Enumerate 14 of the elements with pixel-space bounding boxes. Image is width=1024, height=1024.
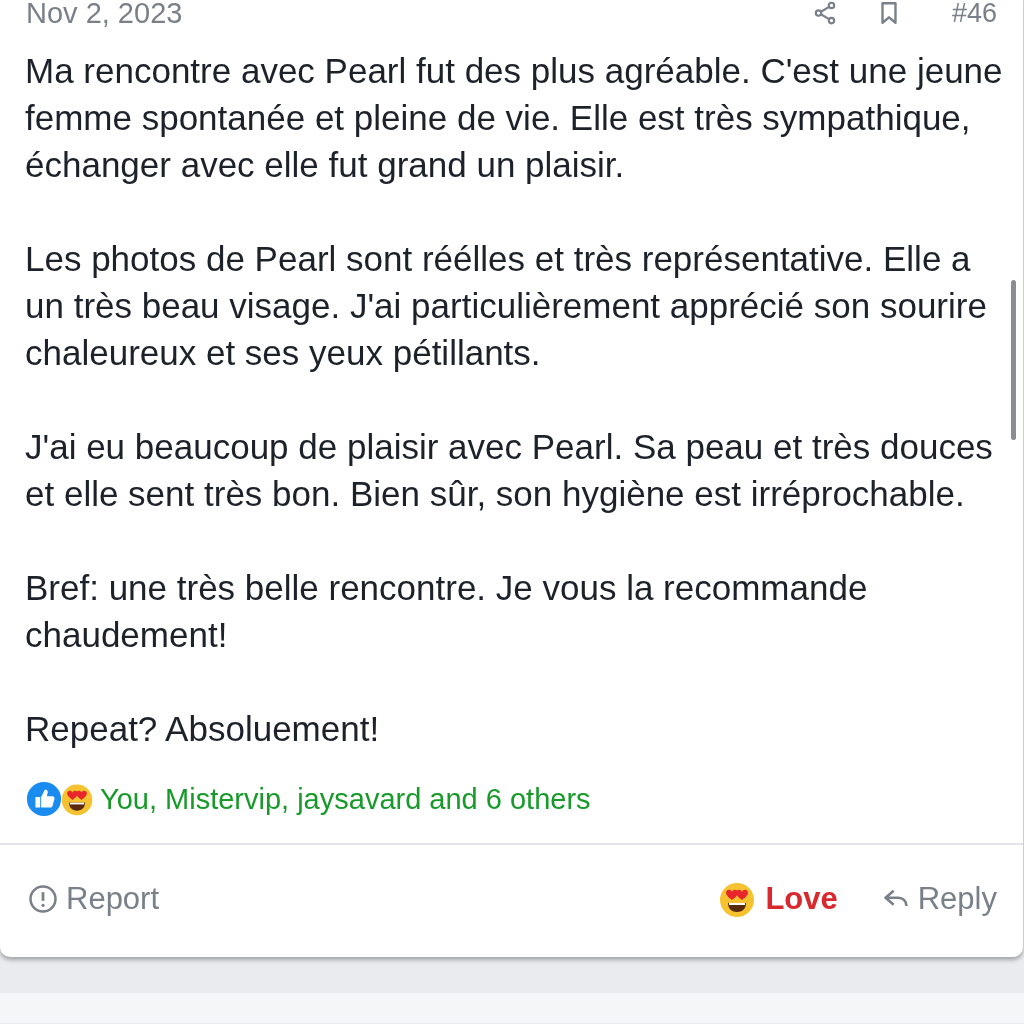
post-paragraph: Repeat? Absoluement!	[25, 708, 381, 750]
post-number-link[interactable]: #46	[951, 0, 997, 29]
post-paragraph: Les photos de Pearl sont réélles et très représentative. Elle a un très beau visage. J'ai particulièrement apprécié son sourire chaleureux et ses yeux pétillants.	[25, 238, 988, 374]
reactions-summary-link[interactable]: You, Mistervip, jaysavard and 6 others	[100, 782, 591, 816]
exclamation-circle-icon	[28, 884, 58, 914]
thumbs-up-icon	[25, 780, 63, 818]
reply-button[interactable]: Reply	[881, 881, 997, 917]
scrollbar[interactable]	[1011, 280, 1016, 440]
love-button[interactable]: Love	[717, 879, 838, 919]
report-button[interactable]: Report	[28, 881, 160, 917]
post-paragraph: Bref: une très belle rencontre. Je vous la recommande chaudement!	[25, 567, 869, 656]
post-date: Nov 2, 2023	[26, 0, 183, 30]
post-paragraph: Ma rencontre avec Pearl fut des plus agréable. C'est une jeune femme spontanée et pleine de vie. Elle est très sympathique, échanger avec elle fut grand un plaisir.	[25, 50, 1003, 186]
post-paragraph: J'ai eu beaucoup de plaisir avec Pearl. Sa peau et très douces et elle sent très bon. Bien sûr, son hygiène est irréprochable.	[25, 426, 994, 515]
